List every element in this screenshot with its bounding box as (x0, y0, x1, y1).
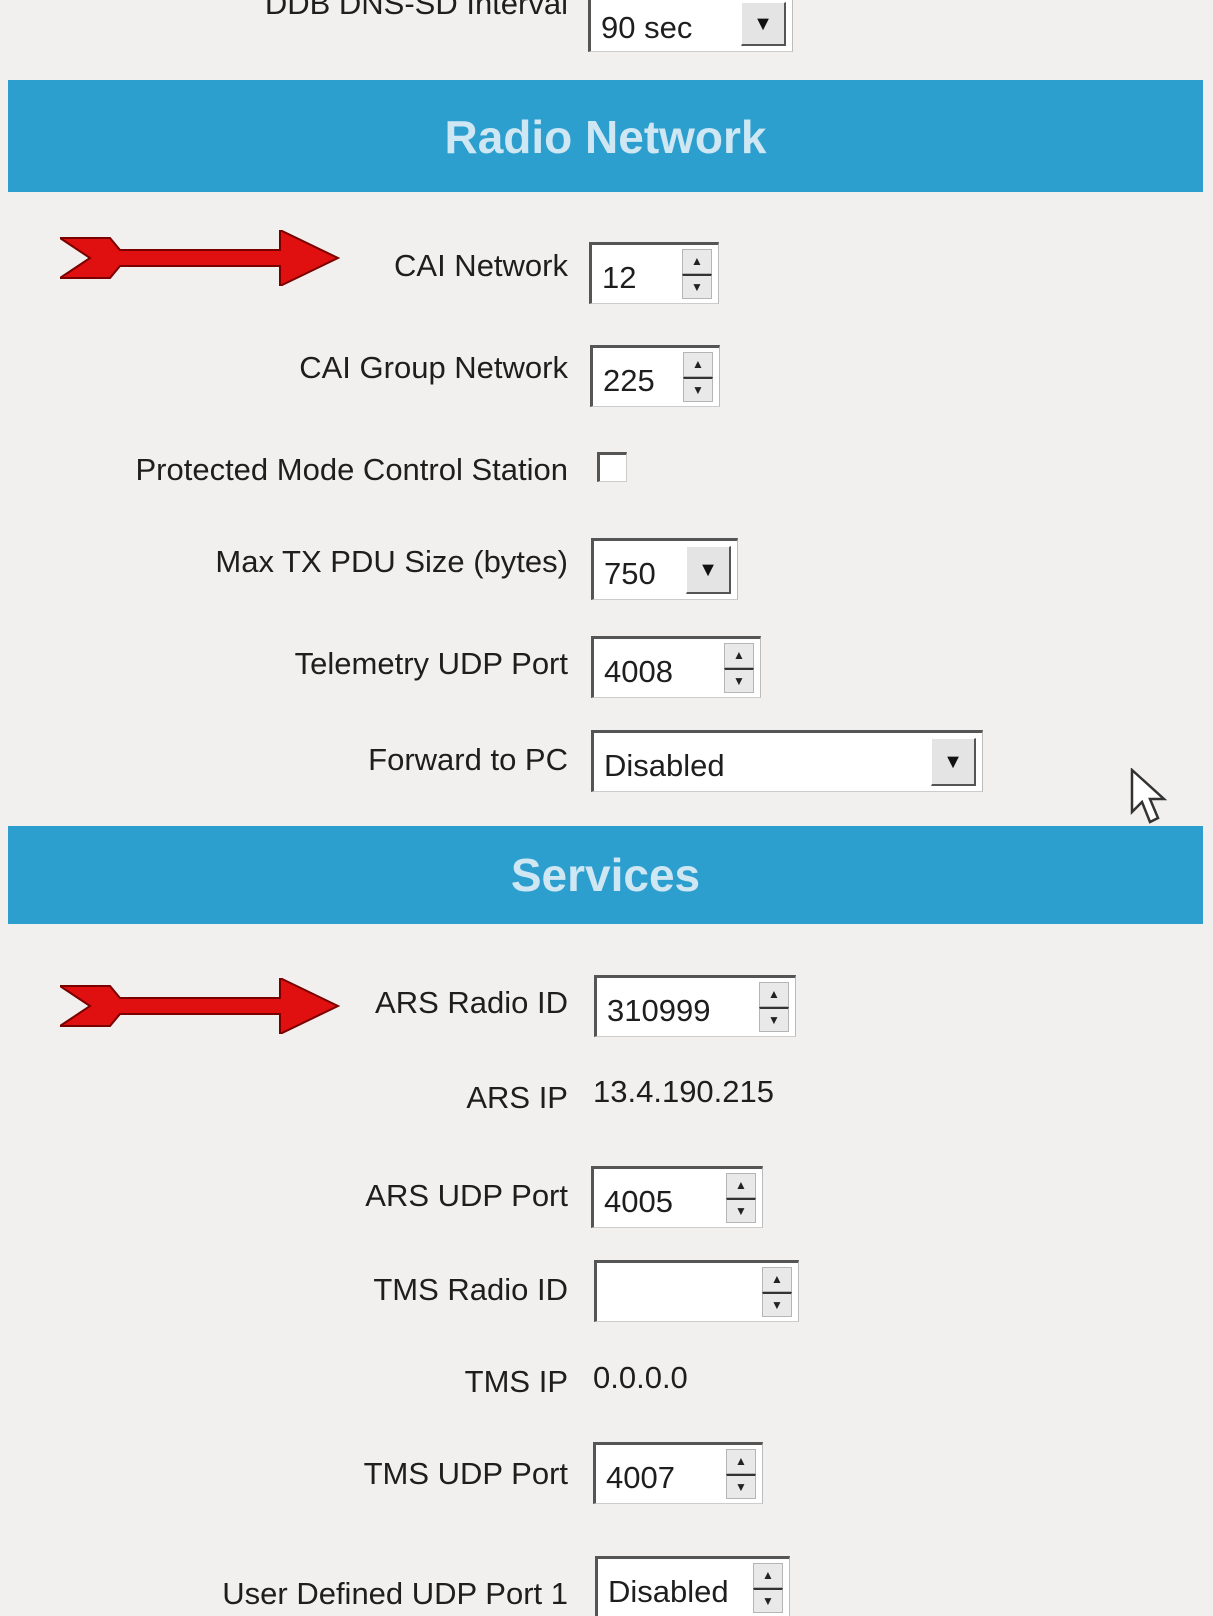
ars-ip-label: ARS IP (466, 1080, 568, 1115)
dropdown-arrow-icon[interactable]: ▼ (931, 738, 976, 786)
ars-radio-id-value: 310999 (607, 993, 711, 1029)
tms-radio-id-label: TMS Radio ID (373, 1272, 568, 1307)
spinner-up-down-icon[interactable]: ▲ ▼ (726, 1449, 756, 1499)
services-header: Services (8, 826, 1203, 924)
ars-radio-id-spinner[interactable]: 310999 ▲ ▼ (594, 975, 796, 1037)
services-title: Services (510, 849, 701, 901)
cai-group-network-spinner[interactable]: 225 ▲ ▼ (590, 345, 720, 407)
spinner-up-down-icon[interactable]: ▲ ▼ (683, 352, 713, 402)
dropdown-arrow-icon[interactable]: ▼ (686, 546, 731, 594)
ars-udp-port-spinner[interactable]: 4005 ▲ ▼ (591, 1166, 763, 1228)
cai-network-value: 12 (602, 260, 637, 296)
protected-mode-checkbox[interactable] (597, 452, 627, 482)
dropdown-arrow-icon[interactable]: ▼ (741, 2, 786, 46)
forward-to-pc-label: Forward to PC (368, 742, 568, 777)
tms-ip-label: TMS IP (464, 1364, 568, 1399)
telemetry-udp-port-label: Telemetry UDP Port (294, 646, 568, 681)
telemetry-udp-port-value: 4008 (604, 654, 673, 690)
spinner-up-down-icon[interactable]: ▲ ▼ (753, 1563, 783, 1613)
ars-udp-port-value: 4005 (604, 1184, 673, 1220)
cai-group-network-value: 225 (603, 363, 655, 399)
spinner-up-down-icon[interactable]: ▲ ▼ (726, 1173, 756, 1223)
forward-to-pc-select[interactable]: Disabled ▼ (591, 730, 983, 792)
max-tx-pdu-select[interactable]: 750 ▼ (591, 538, 738, 600)
mouse-cursor-icon (1130, 768, 1168, 824)
ars-udp-port-label: ARS UDP Port (365, 1178, 568, 1213)
spinner-up-down-icon[interactable]: ▲ ▼ (762, 1267, 792, 1317)
red-arrow-icon (60, 230, 340, 286)
dns-interval-select[interactable]: 90 sec ▼ (588, 0, 793, 52)
protected-mode-label: Protected Mode Control Station (135, 452, 568, 487)
settings-page: DDB DNS-SD Interval 90 sec ▼ Radio Netwo… (0, 0, 1213, 1616)
spinner-up-down-icon[interactable]: ▲ ▼ (682, 249, 712, 299)
ars-ip-value: 13.4.190.215 (593, 1074, 775, 1109)
spinner-up-down-icon[interactable]: ▲ ▼ (724, 643, 754, 693)
user-defined-udp-port-label: User Defined UDP Port 1 (222, 1576, 568, 1611)
tms-ip-value: 0.0.0.0 (593, 1360, 688, 1395)
tms-udp-port-label: TMS UDP Port (363, 1456, 568, 1491)
radio-network-header: Radio Network (8, 80, 1203, 192)
user-defined-udp-port-spinner[interactable]: Disabled ▲ ▼ (595, 1556, 790, 1616)
radio-network-title: Radio Network (444, 111, 767, 163)
forward-to-pc-value: Disabled (604, 748, 725, 784)
tms-radio-id-spinner[interactable]: ▲ ▼ (594, 1260, 799, 1322)
dns-interval-value: 90 sec (601, 10, 693, 46)
cai-network-label: CAI Network (394, 248, 568, 283)
tms-udp-port-spinner[interactable]: 4007 ▲ ▼ (593, 1442, 763, 1504)
red-arrow-icon (60, 978, 340, 1034)
user-defined-udp-port-value: Disabled (608, 1574, 729, 1610)
max-tx-pdu-value: 750 (604, 556, 656, 592)
dns-interval-label: DDB DNS-SD Interval (264, 0, 568, 21)
tms-udp-port-value: 4007 (606, 1460, 675, 1496)
max-tx-pdu-label: Max TX PDU Size (bytes) (215, 544, 568, 579)
telemetry-udp-port-spinner[interactable]: 4008 ▲ ▼ (591, 636, 761, 698)
spinner-up-down-icon[interactable]: ▲ ▼ (759, 982, 789, 1032)
cai-group-network-label: CAI Group Network (299, 350, 568, 385)
cai-network-spinner[interactable]: 12 ▲ ▼ (589, 242, 719, 304)
ars-radio-id-label: ARS Radio ID (375, 985, 568, 1020)
